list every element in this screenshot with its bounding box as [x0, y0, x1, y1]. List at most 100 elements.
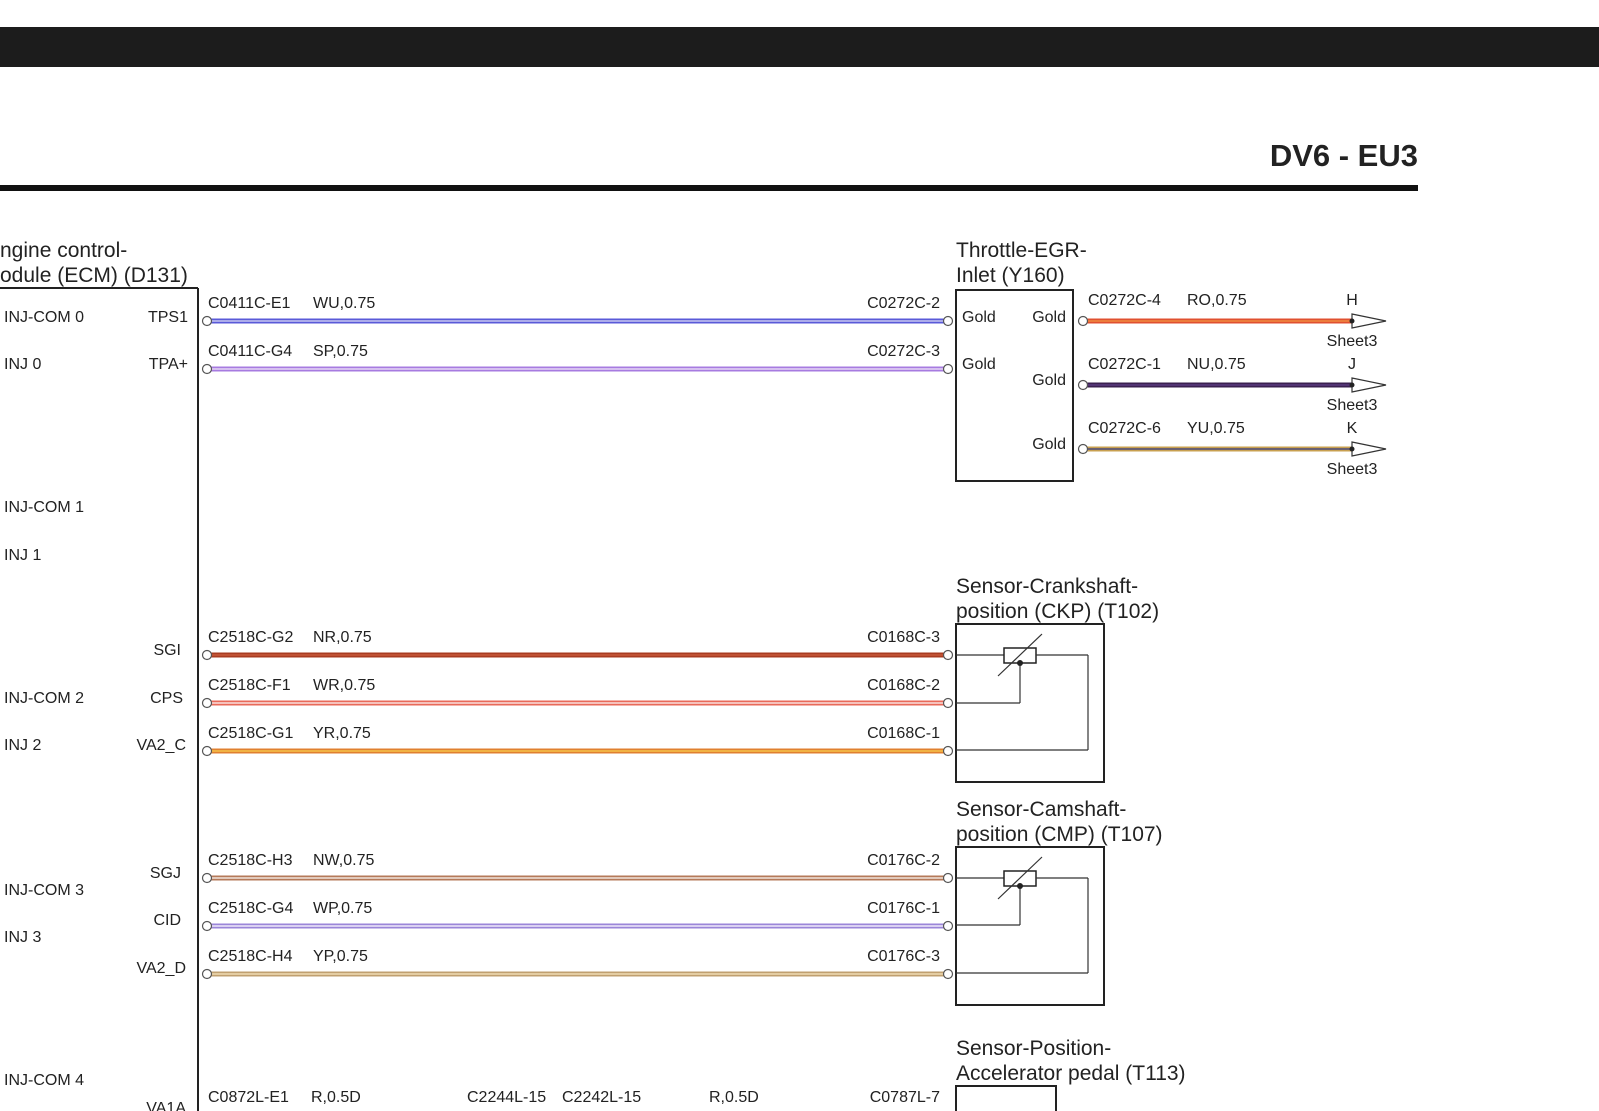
throttle-pin-label: Gold — [962, 309, 996, 326]
ecm-pin-right: VA1A — [146, 1100, 186, 1111]
ecm-pin-right: SGI — [153, 642, 181, 659]
wire-from-connector: C0411C-E1 — [208, 295, 291, 312]
wire-spec: NW,0.75 — [313, 852, 374, 869]
wire-terminal-icon — [1077, 315, 1089, 327]
wire-spec: WR,0.75 — [313, 677, 375, 694]
bottom-wire-mid2: C2242L-15 — [562, 1089, 641, 1106]
wire-spec: YP,0.75 — [313, 948, 368, 965]
page-title: DV6 - EU3 — [1270, 138, 1418, 173]
app-sensor-box — [955, 1085, 1057, 1111]
output-wire-connector: C0272C-6 — [1088, 420, 1161, 437]
sheet-arrow-icon — [1351, 377, 1387, 393]
ecm-pin-right: TPA+ — [149, 356, 188, 373]
ecm-pin-right: CID — [153, 912, 181, 929]
wire-to-connector: C0176C-3 — [867, 948, 940, 965]
cmp-title-line2: position (CMP) (T107) — [956, 823, 1163, 846]
title-rule — [0, 185, 1418, 191]
wire-terminal-icon — [942, 315, 954, 327]
cmp-sensor-box — [955, 846, 1105, 1006]
wire-to-connector: C0168C-3 — [867, 629, 940, 646]
wires-group: C0411C-E1 WU,0.75 C0272C-2 C0411C-G4 SP,0.75… — [201, 295, 954, 980]
wiring-diagram: DV6 - EU3 ngine control- odule (ECM) (D1… — [0, 138, 1418, 1111]
ecm-pin-left: INJ 0 — [4, 356, 41, 373]
ecm-pin-right: SGJ — [150, 865, 181, 882]
app-title-line1: Sensor-Position- — [956, 1037, 1111, 1060]
wire-terminal-icon — [942, 649, 954, 661]
bottom-wire-spec2: R,0.5D — [709, 1089, 759, 1106]
output-wire-letter: K — [1347, 420, 1358, 437]
bottom-wire-mid1: C2244L-15 — [467, 1089, 546, 1106]
wire-terminal-icon — [201, 363, 213, 375]
wire-to-connector: C0168C-1 — [867, 725, 940, 742]
throttle-title-line2: Inlet (Y160) — [956, 264, 1065, 287]
wire-to-connector: C0272C-3 — [867, 343, 940, 360]
ecm-pin-right: VA2_C — [136, 737, 186, 754]
wire-terminal-icon — [942, 872, 954, 884]
throttle-pin-label: Gold — [1032, 436, 1066, 453]
ecm-pin-left: INJ-COM 3 — [4, 882, 84, 899]
output-wire-connector: C0272C-4 — [1088, 292, 1161, 309]
ecm-pin-left: INJ-COM 0 — [4, 309, 84, 326]
ecm-pin-right: VA2_D — [136, 960, 186, 977]
ecm-pin-left: INJ 1 — [4, 547, 41, 564]
wire-terminal-icon — [201, 920, 213, 932]
output-wire-sheet: Sheet3 — [1327, 333, 1378, 350]
wire-terminal-icon — [1077, 443, 1089, 455]
output-wire-sheet: Sheet3 — [1327, 397, 1378, 414]
wire-spec: YR,0.75 — [313, 725, 371, 742]
wire-from-connector: C2518C-F1 — [208, 677, 291, 694]
ckp-sensor-box — [955, 623, 1105, 783]
bottom-wire-spec: R,0.5D — [311, 1089, 361, 1106]
bottom-wire-to: C0787L-7 — [870, 1089, 940, 1106]
app-title-line2: Accelerator pedal (T113) — [956, 1062, 1186, 1085]
wire-terminal-icon — [942, 745, 954, 757]
wire-terminal-icon — [201, 968, 213, 980]
wire-spec: WU,0.75 — [313, 295, 375, 312]
ckp-title-line1: Sensor-Crankshaft- — [956, 575, 1138, 598]
wire-terminal-icon — [201, 872, 213, 884]
wire-spec: NR,0.75 — [313, 629, 372, 646]
output-wire-spec: RO,0.75 — [1187, 292, 1247, 309]
arrow-dot-icon — [1349, 446, 1355, 452]
output-wire-spec: NU,0.75 — [1187, 356, 1246, 373]
ecm-pin-left: INJ-COM 2 — [4, 690, 84, 707]
bottom-wire-from: C0872L-E1 — [208, 1089, 289, 1106]
wire-from-connector: C2518C-G4 — [208, 900, 293, 917]
sheet-arrow-icon — [1351, 313, 1387, 329]
wire-from-connector: C0411C-G4 — [208, 343, 292, 360]
throttle-pin-label: Gold — [962, 356, 996, 373]
wire-spec: SP,0.75 — [313, 343, 368, 360]
wire-from-connector: C2518C-H4 — [208, 948, 293, 965]
ecm-pin-right: CPS — [150, 690, 183, 707]
wire-from-connector: C2518C-H3 — [208, 852, 293, 869]
output-wire-letter: J — [1348, 356, 1356, 373]
wire-terminal-icon — [942, 968, 954, 980]
ecm-title-line2: odule (ECM) (D131) — [0, 264, 188, 287]
wire-to-connector: C0176C-1 — [867, 900, 940, 917]
throttle-title-line1: Throttle-EGR- — [956, 239, 1087, 262]
ecm-pin-left: INJ 2 — [4, 737, 41, 754]
output-wire-sheet: Sheet3 — [1327, 461, 1378, 478]
wire-terminal-icon — [201, 649, 213, 661]
wire-to-connector: C0168C-2 — [867, 677, 940, 694]
ecm-pin-left: INJ-COM 1 — [4, 499, 84, 516]
wire-terminal-icon — [1077, 379, 1089, 391]
ecm-pin-left: INJ-COM 4 — [4, 1072, 84, 1089]
output-wire-spec: YU,0.75 — [1187, 420, 1245, 437]
throttle-pin-label: Gold — [1032, 372, 1066, 389]
arrow-dot-icon — [1349, 318, 1355, 324]
wire-to-connector: C0176C-2 — [867, 852, 940, 869]
throttle-pin-label: Gold — [1032, 309, 1066, 326]
arrow-dot-icon — [1349, 382, 1355, 388]
wire-spec: WP,0.75 — [313, 900, 372, 917]
output-wire-connector: C0272C-1 — [1088, 356, 1161, 373]
ckp-title-line2: position (CKP) (T102) — [956, 600, 1159, 623]
wire-terminal-icon — [942, 697, 954, 709]
sheet-arrow-icon — [1351, 441, 1387, 457]
wire-terminal-icon — [201, 697, 213, 709]
output-wires-group: C0272C-4 RO,0.75 H Sheet3 C0272C-1 NU,0.75 J Sh… — [1077, 292, 1387, 478]
wire-terminal-icon — [942, 363, 954, 375]
wire-from-connector: C2518C-G2 — [208, 629, 293, 646]
output-wire-letter: H — [1346, 292, 1358, 309]
ecm-title-line1: ngine control- — [0, 239, 127, 262]
